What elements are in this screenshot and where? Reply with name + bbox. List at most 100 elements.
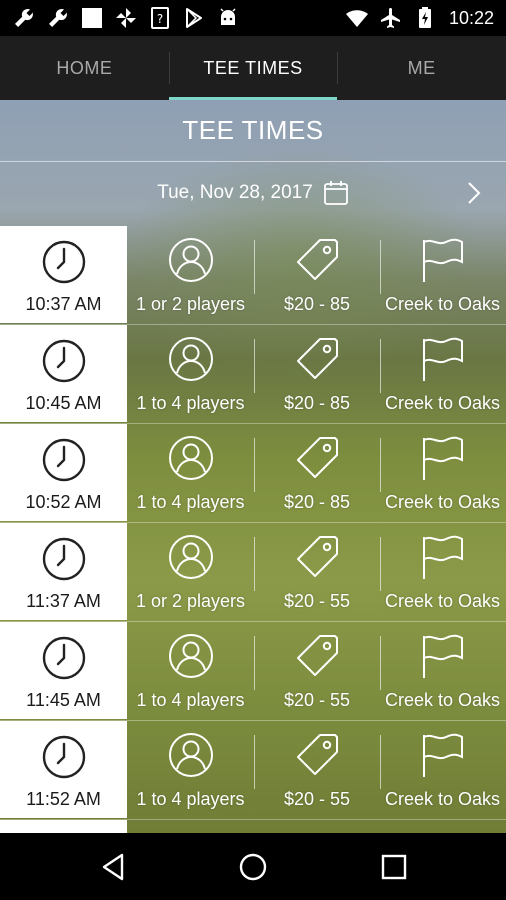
tee-time: 11:52 AM bbox=[26, 789, 101, 809]
players-cell: 1 or 2 players bbox=[127, 523, 254, 620]
play-store-icon bbox=[182, 6, 206, 30]
date-selector: Tue, Nov 28, 2017 bbox=[0, 162, 506, 224]
chevron-right-icon[interactable] bbox=[460, 180, 486, 206]
flag-icon bbox=[420, 632, 468, 680]
time-box: 11:52 AM bbox=[0, 721, 127, 818]
course-cell: Creek to Oaks bbox=[380, 523, 506, 620]
players-cell: 1 to 4 players bbox=[127, 325, 254, 422]
price-cell: $20 - 55 bbox=[254, 523, 380, 620]
clock-icon bbox=[42, 735, 86, 779]
course-label: Creek to Oaks bbox=[385, 393, 501, 413]
course-cell: Creek to Oaks bbox=[380, 721, 506, 818]
tee-time: 10:37 AM bbox=[25, 294, 102, 314]
tee-time-row[interactable]: 11:45 AM 1 to 4 players $20 - 55 Creek t… bbox=[0, 622, 506, 721]
question-box-icon: ? bbox=[148, 6, 172, 30]
price-tag-icon bbox=[293, 533, 341, 581]
players-label: 1 to 4 players bbox=[136, 690, 245, 710]
price-label: $20 - 85 bbox=[283, 492, 351, 512]
wifi-icon bbox=[345, 6, 369, 30]
price-cell: $20 - 55 bbox=[254, 622, 380, 719]
tee-time-row[interactable]: 10:45 AM 1 to 4 players $20 - 85 Creek t… bbox=[0, 325, 506, 424]
selected-date[interactable]: Tue, Nov 28, 2017 bbox=[157, 182, 313, 204]
tee-time: 10:45 AM bbox=[25, 393, 102, 413]
players-cell: 1 to 4 players bbox=[127, 424, 254, 521]
tee-time-row[interactable]: 11:37 AM 1 or 2 players $20 - 55 Creek t… bbox=[0, 523, 506, 622]
clock-icon bbox=[42, 438, 86, 482]
back-icon[interactable] bbox=[98, 851, 130, 883]
players-label: 1 or 2 players bbox=[135, 294, 246, 314]
flag-icon bbox=[420, 731, 468, 779]
price-cell: $20 - 85 bbox=[254, 424, 380, 521]
clock-icon bbox=[42, 339, 86, 383]
tee-times-content: TEE TIMES Tue, Nov 28, 2017 10:37 AM 1 o… bbox=[0, 100, 506, 833]
tee-time-row[interactable]: 10:37 AM 1 or 2 players $20 - 85 Creek t… bbox=[0, 226, 506, 325]
flag-icon bbox=[420, 434, 468, 482]
course-cell: Creek to Oaks bbox=[380, 622, 506, 719]
time-box bbox=[0, 820, 127, 833]
tee-time: 11:37 AM bbox=[26, 591, 101, 611]
price-tag-icon bbox=[293, 731, 341, 779]
players-label: 1 to 4 players bbox=[136, 393, 245, 413]
course-label: Creek to Oaks bbox=[385, 294, 501, 314]
tee-time: 10:52 AM bbox=[25, 492, 102, 512]
course-label: Creek to Oaks bbox=[385, 789, 501, 809]
svg-text:?: ? bbox=[157, 12, 163, 26]
battery-charging-icon bbox=[413, 6, 437, 30]
price-label: $20 - 55 bbox=[283, 789, 351, 809]
clock-icon bbox=[42, 240, 86, 284]
pinwheel-icon bbox=[114, 6, 138, 30]
system-nav-bar bbox=[0, 833, 506, 900]
price-tag-icon bbox=[293, 632, 341, 680]
course-cell: Creek to Oaks bbox=[380, 424, 506, 521]
price-label: $20 - 85 bbox=[283, 393, 351, 413]
status-time: 10:22 bbox=[448, 7, 494, 28]
wrench-icon bbox=[12, 6, 36, 30]
page-title: TEE TIMES bbox=[0, 100, 506, 162]
user-icon bbox=[167, 434, 215, 482]
tee-time-row[interactable]: 11:52 AM 1 to 4 players $20 - 55 Creek t… bbox=[0, 721, 506, 820]
time-box: 10:52 AM bbox=[0, 424, 127, 521]
flag-icon bbox=[420, 335, 468, 383]
tee-time-row-partial[interactable] bbox=[0, 820, 506, 833]
tee-time-list: 10:37 AM 1 or 2 players $20 - 85 Creek t… bbox=[0, 226, 506, 833]
course-label: Creek to Oaks bbox=[385, 492, 501, 512]
clock-icon bbox=[42, 636, 86, 680]
home-icon[interactable] bbox=[237, 851, 269, 883]
user-icon bbox=[167, 632, 215, 680]
course-cell: Creek to Oaks bbox=[380, 226, 506, 323]
user-icon bbox=[167, 236, 215, 284]
players-label: 1 to 4 players bbox=[136, 789, 245, 809]
players-cell: 1 or 2 players bbox=[127, 226, 254, 323]
time-box: 11:45 AM bbox=[0, 622, 127, 719]
recents-icon[interactable] bbox=[378, 851, 410, 883]
tee-time-row[interactable]: 10:52 AM 1 to 4 players $20 - 85 Creek t… bbox=[0, 424, 506, 523]
course-label: Creek to Oaks bbox=[385, 690, 501, 710]
price-tag-icon bbox=[293, 335, 341, 383]
price-cell: $20 - 85 bbox=[254, 226, 380, 323]
square-icon bbox=[80, 6, 104, 30]
price-label: $20 - 85 bbox=[283, 294, 351, 314]
price-label: $20 - 55 bbox=[283, 690, 351, 710]
user-icon bbox=[167, 731, 215, 779]
players-cell: 1 to 4 players bbox=[127, 622, 254, 719]
players-label: 1 or 2 players bbox=[135, 591, 246, 611]
user-icon bbox=[167, 335, 215, 383]
tab-home[interactable]: HOME bbox=[0, 36, 169, 100]
flag-icon bbox=[420, 236, 468, 284]
price-cell: $20 - 85 bbox=[254, 325, 380, 422]
airplane-icon bbox=[379, 6, 403, 30]
course-label: Creek to Oaks bbox=[385, 591, 501, 611]
clock-icon bbox=[42, 537, 86, 581]
wrench-icon bbox=[46, 6, 70, 30]
top-tab-bar: HOME TEE TIMES ME bbox=[0, 36, 506, 100]
tab-tee-times[interactable]: TEE TIMES bbox=[168, 36, 338, 100]
calendar-icon[interactable] bbox=[323, 180, 349, 206]
user-icon bbox=[167, 533, 215, 581]
players-cell: 1 to 4 players bbox=[127, 721, 254, 818]
price-cell: $20 - 55 bbox=[254, 721, 380, 818]
tab-me[interactable]: ME bbox=[337, 36, 506, 100]
flag-icon bbox=[420, 533, 468, 581]
time-box: 10:45 AM bbox=[0, 325, 127, 422]
time-box: 10:37 AM bbox=[0, 226, 127, 323]
players-label: 1 to 4 players bbox=[136, 492, 245, 512]
